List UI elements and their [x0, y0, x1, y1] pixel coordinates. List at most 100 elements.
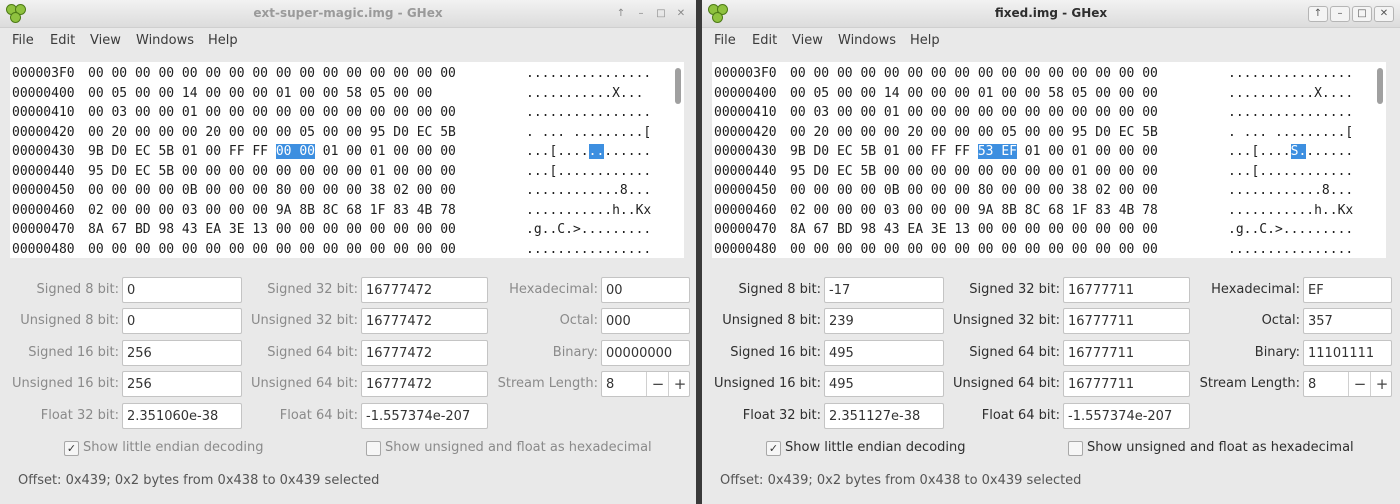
unsigned-16-field[interactable]: 256: [122, 371, 242, 397]
hex-row[interactable]: 00000420 00 20 00 00 00 20 00 00 00 05 00…: [714, 123, 1374, 143]
menu-windows[interactable]: Windows: [838, 33, 896, 48]
little-endian-checkbox-box[interactable]: ✓: [766, 441, 781, 456]
octal-field[interactable]: 000: [601, 308, 690, 334]
hex-row[interactable]: 00000450 00 00 00 00 0B 00 00 00 80 00 00…: [714, 181, 1374, 201]
hex-row[interactable]: 00000400 00 05 00 00 14 00 00 00 01 00 00…: [714, 84, 1374, 104]
ascii-chars[interactable]: ................: [526, 64, 672, 84]
unsigned-8-field[interactable]: 239: [824, 308, 944, 334]
signed-32-field[interactable]: 16777711: [1063, 277, 1190, 303]
maximize-button[interactable]: □: [1352, 6, 1372, 22]
hex-bytes[interactable]: 00 03 00 00 01 00 00 00 00 00 00 00 00 0…: [790, 103, 1224, 123]
signed-32-field[interactable]: 16777472: [361, 277, 488, 303]
little-endian-checkbox-box[interactable]: ✓: [64, 441, 79, 456]
ascii-chars[interactable]: ................: [526, 103, 672, 123]
menu-edit[interactable]: Edit: [752, 33, 777, 48]
unsigned-64-field[interactable]: 16777472: [361, 371, 488, 397]
unsigned-hex-checkbox[interactable]: Show unsigned and float as hexadecimal: [1068, 440, 1368, 456]
ascii-chars[interactable]: ...........h..Kx: [1228, 201, 1374, 221]
unsigned-32-field[interactable]: 16777711: [1063, 308, 1190, 334]
stream-length-value[interactable]: 8: [606, 372, 614, 398]
hex-row[interactable]: 00000410 00 03 00 00 01 00 00 00 00 00 00…: [12, 103, 672, 123]
unsigned-32-field[interactable]: 16777472: [361, 308, 488, 334]
unsigned-8-field[interactable]: 0: [122, 308, 242, 334]
signed-8-field[interactable]: 0: [122, 277, 242, 303]
maximize-up-icon[interactable]: ↑: [612, 6, 630, 22]
ascii-chars[interactable]: ................: [526, 240, 672, 260]
selected-ascii[interactable]: S.: [1290, 144, 1307, 159]
stream-length-value[interactable]: 8: [1308, 372, 1316, 398]
hex-bytes[interactable]: 00 00 00 00 00 00 00 00 00 00 00 00 00 0…: [790, 240, 1224, 260]
hex-bytes[interactable]: 9B D0 EC 5B 01 00 FF FF 00 00 01 00 01 0…: [88, 142, 522, 162]
hex-bytes[interactable]: 00 00 00 00 00 00 00 00 00 00 00 00 00 0…: [88, 240, 522, 260]
ascii-chars[interactable]: . ... .........[: [1228, 123, 1374, 143]
hex-bytes[interactable]: 8A 67 BD 98 43 EA 3E 13 00 00 00 00 00 0…: [790, 220, 1224, 240]
unsigned-64-field[interactable]: 16777711: [1063, 371, 1190, 397]
signed-16-field[interactable]: 495: [824, 340, 944, 366]
hex-row[interactable]: 00000480 00 00 00 00 00 00 00 00 00 00 00…: [714, 240, 1374, 260]
maximize-up-icon[interactable]: ↑: [1308, 6, 1328, 22]
stream-length-spinner[interactable]: 8 − +: [1303, 371, 1392, 397]
unsigned-hex-checkbox-box[interactable]: [366, 441, 381, 456]
hex-row[interactable]: 00000430 9B D0 EC 5B 01 00 FF FF 00 00 01…: [12, 142, 672, 162]
ascii-chars[interactable]: .g..C.>.........: [526, 220, 672, 240]
float-64-field[interactable]: -1.557374e-207: [1063, 403, 1190, 429]
octal-field[interactable]: 357: [1303, 308, 1392, 334]
ascii-chars[interactable]: . ... .........[: [526, 123, 672, 143]
selected-bytes[interactable]: 00 00: [275, 144, 315, 159]
hexadecimal-field[interactable]: 00: [601, 277, 690, 303]
hex-view[interactable]: 000003F0 00 00 00 00 00 00 00 00 00 00 00…: [10, 62, 684, 258]
unsigned-16-field[interactable]: 495: [824, 371, 944, 397]
ascii-chars[interactable]: ...........h..Kx: [526, 201, 672, 221]
stream-length-spinner[interactable]: 8 − +: [601, 371, 690, 397]
hex-row[interactable]: 00000460 02 00 00 00 03 00 00 00 9A 8B 8C…: [12, 201, 672, 221]
hex-row[interactable]: 00000440 95 D0 EC 5B 00 00 00 00 00 00 00…: [714, 162, 1374, 182]
ascii-chars[interactable]: ............8...: [526, 181, 672, 201]
hexadecimal-field[interactable]: EF: [1303, 277, 1392, 303]
menu-help[interactable]: Help: [910, 33, 940, 48]
hex-bytes[interactable]: 00 05 00 00 14 00 00 00 01 00 00 58 05 0…: [88, 84, 522, 104]
menu-help[interactable]: Help: [208, 33, 238, 48]
ascii-chars[interactable]: ...........X...: [526, 84, 672, 104]
hex-row[interactable]: 00000430 9B D0 EC 5B 01 00 FF FF 53 EF 01…: [714, 142, 1374, 162]
binary-field[interactable]: 11101111: [1303, 340, 1392, 366]
selected-bytes[interactable]: 53 EF: [977, 144, 1017, 159]
ascii-chars[interactable]: ...[............: [526, 142, 672, 162]
menu-file[interactable]: File: [12, 33, 34, 48]
hex-row[interactable]: 00000400 00 05 00 00 14 00 00 00 01 00 00…: [12, 84, 672, 104]
ascii-chars[interactable]: ................: [1228, 64, 1374, 84]
ascii-chars[interactable]: ................: [1228, 240, 1374, 260]
hex-row[interactable]: 000003F0 00 00 00 00 00 00 00 00 00 00 00…: [12, 64, 672, 84]
hex-row[interactable]: 00000480 00 00 00 00 00 00 00 00 00 00 00…: [12, 240, 672, 260]
ascii-chars[interactable]: ...........X....: [1228, 84, 1374, 104]
hex-bytes[interactable]: 00 05 00 00 14 00 00 00 01 00 00 58 05 0…: [790, 84, 1224, 104]
unsigned-hex-checkbox[interactable]: Show unsigned and float as hexadecimal: [366, 440, 666, 456]
little-endian-checkbox[interactable]: ✓ Show little endian decoding: [766, 440, 1026, 456]
menu-edit[interactable]: Edit: [50, 33, 75, 48]
hex-row[interactable]: 00000460 02 00 00 00 03 00 00 00 9A 8B 8C…: [714, 201, 1374, 221]
float-32-field[interactable]: 2.351127e-38: [824, 403, 944, 429]
hex-bytes[interactable]: 9B D0 EC 5B 01 00 FF FF 53 EF 01 00 01 0…: [790, 142, 1224, 162]
hex-row[interactable]: 00000450 00 00 00 00 0B 00 00 00 80 00 00…: [12, 181, 672, 201]
minimize-button[interactable]: –: [1330, 6, 1350, 22]
hex-view[interactable]: 000003F0 00 00 00 00 00 00 00 00 00 00 00…: [712, 62, 1386, 258]
binary-field[interactable]: 00000000: [601, 340, 690, 366]
increment-button[interactable]: +: [668, 372, 691, 396]
increment-button[interactable]: +: [1370, 372, 1393, 396]
hex-bytes[interactable]: 00 00 00 00 0B 00 00 00 80 00 00 00 38 0…: [88, 181, 522, 201]
close-button[interactable]: ✕: [672, 6, 690, 22]
title-bar[interactable]: fixed.img - GHex ↑ – □ ✕: [702, 0, 1400, 28]
ascii-chars[interactable]: .g..C.>.........: [1228, 220, 1374, 240]
hex-bytes[interactable]: 00 20 00 00 00 20 00 00 00 05 00 00 95 D…: [790, 123, 1224, 143]
signed-16-field[interactable]: 256: [122, 340, 242, 366]
selected-ascii[interactable]: ..: [588, 144, 605, 159]
hex-bytes[interactable]: 00 03 00 00 01 00 00 00 00 00 00 00 00 0…: [88, 103, 522, 123]
hex-bytes[interactable]: 95 D0 EC 5B 00 00 00 00 00 00 00 00 01 0…: [790, 162, 1224, 182]
hex-bytes[interactable]: 02 00 00 00 03 00 00 00 9A 8B 8C 68 1F 8…: [790, 201, 1224, 221]
hex-row[interactable]: 00000470 8A 67 BD 98 43 EA 3E 13 00 00 00…: [12, 220, 672, 240]
signed-64-field[interactable]: 16777472: [361, 340, 488, 366]
menu-view[interactable]: View: [90, 33, 121, 48]
hex-row[interactable]: 00000440 95 D0 EC 5B 00 00 00 00 00 00 00…: [12, 162, 672, 182]
hex-bytes[interactable]: 00 20 00 00 00 20 00 00 00 05 00 00 95 D…: [88, 123, 522, 143]
title-bar[interactable]: ext-super-magic.img - GHex ↑ – □ ✕: [0, 0, 696, 28]
hex-row[interactable]: 000003F0 00 00 00 00 00 00 00 00 00 00 00…: [714, 64, 1374, 84]
